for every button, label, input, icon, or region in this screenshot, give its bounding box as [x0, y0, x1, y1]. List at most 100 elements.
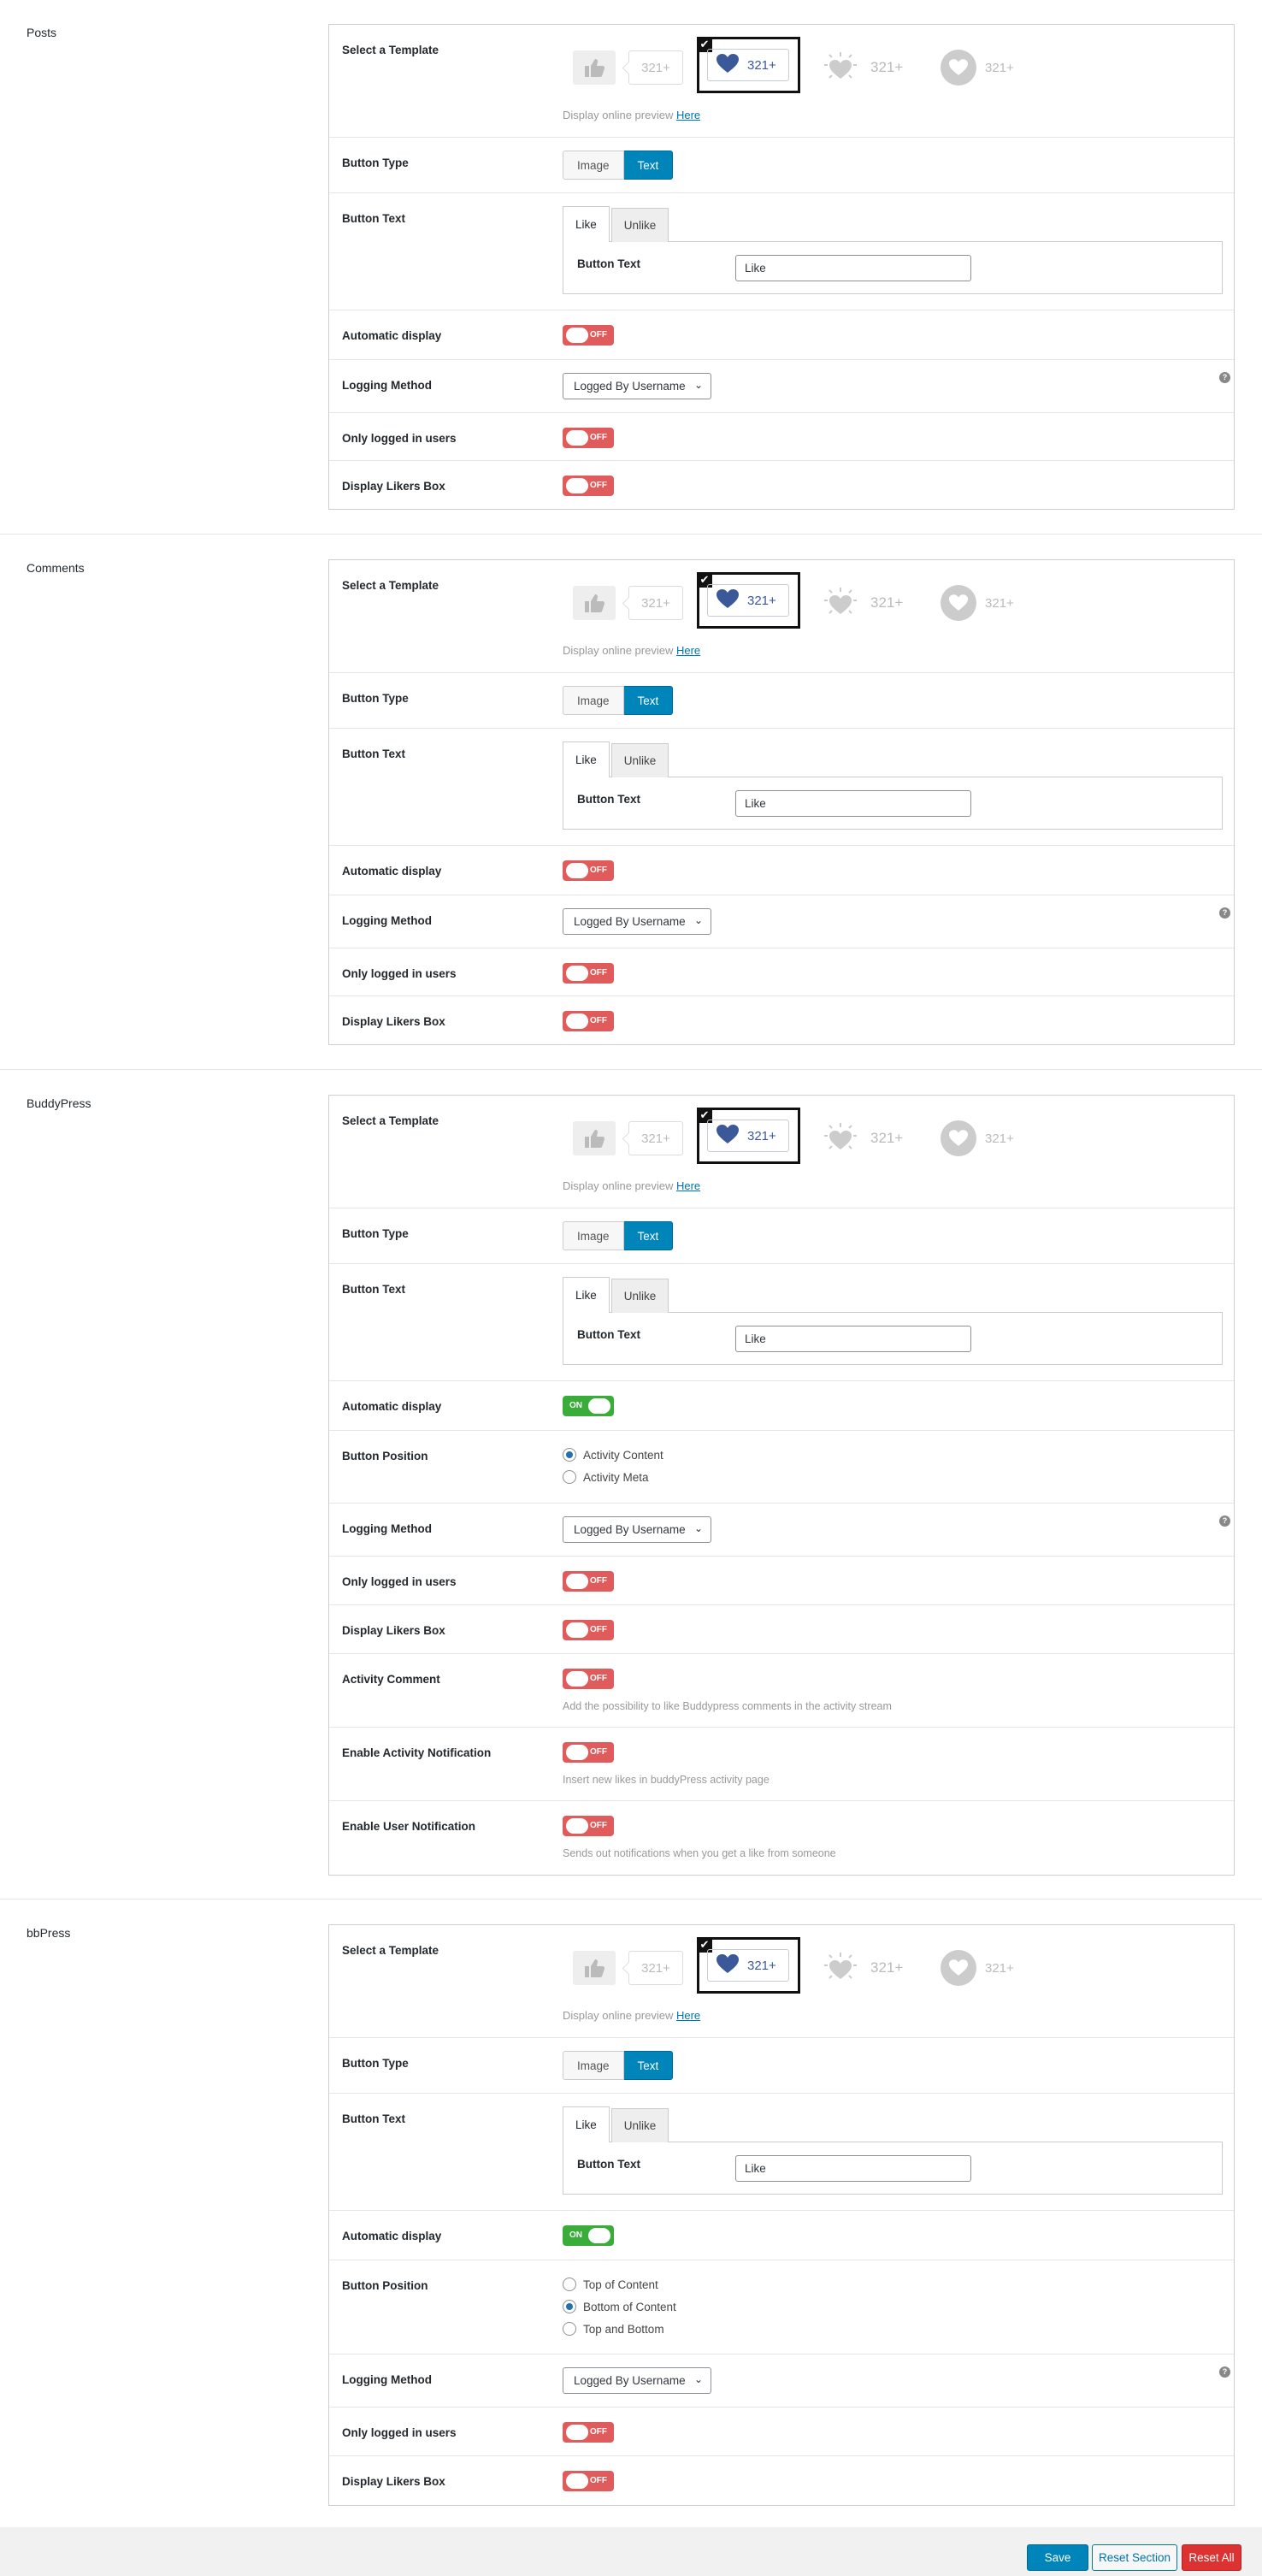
settings-panel: Select a Template 321+ ✔ 321+ 321+ 321+ … [328, 1924, 1235, 2506]
preview-link[interactable]: Here [676, 1179, 700, 1192]
automatic-display-row: Automatic display OFF [329, 846, 1234, 895]
row-label: Display Likers Box [342, 2475, 445, 2488]
field-description: Add the possibility to like Buddypress c… [563, 1700, 892, 1712]
template-preview: 321+ [707, 1949, 789, 1982]
automatic-display-toggle[interactable]: OFF [563, 860, 614, 881]
row-label: Button Position [342, 2279, 428, 2292]
button-text-input[interactable] [735, 1326, 971, 1352]
row-label: Select a Template [342, 1114, 439, 1127]
only-logged-toggle[interactable]: OFF [563, 1571, 614, 1592]
automatic-display-row: Automatic display OFF [329, 310, 1234, 360]
heart-icon [717, 1125, 739, 1147]
button-type-row: Button Type Image Text [329, 1208, 1234, 1264]
button-type-text[interactable]: Text [623, 686, 674, 715]
activity-comment-toggle[interactable]: OFF [563, 1669, 614, 1689]
help-icon[interactable]: ? [1219, 372, 1230, 383]
reset-section-button[interactable]: Reset Section [1092, 2544, 1177, 2571]
logging-method-select[interactable]: Logged By Username ⌄ [563, 2367, 711, 2394]
help-icon[interactable]: ? [1219, 2366, 1230, 2378]
tab-unlike[interactable]: Unlike [610, 743, 669, 777]
tab-unlike[interactable]: Unlike [610, 2108, 669, 2142]
sparkle-heart-icon [821, 1120, 860, 1157]
template-circle-heart[interactable]: 321+ [941, 1120, 1014, 1157]
help-icon[interactable]: ? [1219, 907, 1230, 919]
preview-description: Display online preview Here [563, 2009, 701, 2022]
template-picker: 321+ ✔ 321+ 321+ 321+ [573, 37, 1052, 97]
radio-icon [563, 1470, 576, 1484]
likers-box-toggle[interactable]: OFF [563, 476, 614, 496]
field-label: Button Text [577, 1328, 640, 1341]
only-logged-toggle[interactable]: OFF [563, 963, 614, 984]
help-icon[interactable]: ? [1219, 1515, 1230, 1527]
template-counter: 321+ [628, 586, 683, 620]
template-heart-selected[interactable]: ✔ 321+ [697, 572, 800, 629]
likers-box-toggle[interactable]: OFF [563, 1011, 614, 1031]
row-label: Select a Template [342, 579, 439, 592]
row-label: Only logged in users [342, 1575, 457, 1588]
user-notification-toggle[interactable]: OFF [563, 1816, 614, 1836]
button-type-text[interactable]: Text [623, 151, 674, 180]
likers-box-toggle[interactable]: OFF [563, 2471, 614, 2491]
preview-link[interactable]: Here [676, 109, 700, 121]
template-circle-heart[interactable]: 321+ [941, 584, 1014, 622]
logging-method-row: Logging Method Logged By Username ⌄ ? [329, 1504, 1234, 1557]
button-text-input[interactable] [735, 790, 971, 817]
template-circle-heart[interactable]: 321+ [941, 49, 1014, 86]
template-sparkle-heart[interactable]: 321+ [821, 1121, 903, 1155]
template-circle-heart[interactable]: 321+ [941, 1949, 1014, 1987]
automatic-display-toggle[interactable]: ON [563, 1396, 614, 1416]
tab-like[interactable]: Like [563, 206, 610, 242]
only-logged-toggle[interactable]: OFF [563, 2422, 614, 2443]
activity-notification-toggle[interactable]: OFF [563, 1742, 614, 1763]
field-label: Button Text [577, 2158, 640, 2171]
preview-link[interactable]: Here [676, 644, 700, 657]
template-heart-selected[interactable]: ✔ 321+ [697, 37, 800, 93]
likers-box-toggle[interactable]: OFF [563, 1620, 614, 1640]
preview-link[interactable]: Here [676, 2009, 700, 2022]
tab-unlike[interactable]: Unlike [610, 208, 669, 242]
automatic-display-toggle[interactable]: OFF [563, 325, 614, 346]
save-button[interactable]: Save [1027, 2544, 1088, 2571]
position-option-top[interactable]: Top of Content [563, 2273, 676, 2295]
automatic-display-toggle[interactable]: ON [563, 2225, 614, 2246]
button-text-input[interactable] [735, 255, 971, 281]
button-type-text[interactable]: Text [623, 1221, 674, 1250]
position-option-activity-meta[interactable]: Activity Meta [563, 1466, 663, 1488]
tab-like[interactable]: Like [563, 1277, 610, 1313]
circle-heart-icon [941, 50, 976, 86]
template-heart-selected[interactable]: ✔ 321+ [697, 1937, 800, 1994]
button-type-row: Button Type Image Text [329, 673, 1234, 729]
tab-unlike[interactable]: Unlike [610, 1279, 669, 1313]
template-heart-selected[interactable]: ✔ 321+ [697, 1108, 800, 1164]
button-text-input[interactable] [735, 2155, 971, 2182]
position-option-activity-content[interactable]: Activity Content [563, 1444, 663, 1466]
logging-method-select[interactable]: Logged By Username ⌄ [563, 908, 711, 935]
button-type-image[interactable]: Image [563, 686, 624, 715]
field-label: Button Text [577, 793, 640, 806]
position-option-bottom[interactable]: Bottom of Content [563, 2295, 676, 2318]
button-type-text[interactable]: Text [623, 2051, 674, 2080]
row-label: Button Type [342, 157, 409, 169]
position-option-top-and-bottom[interactable]: Top and Bottom [563, 2318, 676, 2340]
template-sparkle-heart[interactable]: 321+ [821, 1951, 903, 1985]
row-label: Logging Method [342, 2373, 432, 2386]
logging-method-select[interactable]: Logged By Username ⌄ [563, 373, 711, 399]
tab-panel: Button Text [563, 2142, 1223, 2195]
settings-panel: Select a Template 321+ ✔ 321+ 321+ 321+ … [328, 24, 1235, 510]
row-label: Only logged in users [342, 967, 457, 980]
template-sparkle-heart[interactable]: 321+ [821, 586, 903, 620]
logging-method-select[interactable]: Logged By Username ⌄ [563, 1516, 711, 1543]
button-type-image[interactable]: Image [563, 1221, 624, 1250]
button-position-row: Button Position Activity Content Activit… [329, 1431, 1234, 1504]
button-type-image[interactable]: Image [563, 151, 624, 180]
tab-like[interactable]: Like [563, 741, 610, 777]
button-type-image[interactable]: Image [563, 2051, 624, 2080]
reset-all-button[interactable]: Reset All [1182, 2544, 1241, 2571]
row-label: Button Text [342, 2112, 405, 2125]
template-sparkle-heart[interactable]: 321+ [821, 50, 903, 85]
footer-actions: Save Reset Section Reset All [0, 2527, 1262, 2576]
only-logged-toggle[interactable]: OFF [563, 428, 614, 448]
row-label: Button Position [342, 1450, 428, 1462]
tab-like[interactable]: Like [563, 2106, 610, 2142]
circle-heart-icon [941, 1950, 976, 1986]
